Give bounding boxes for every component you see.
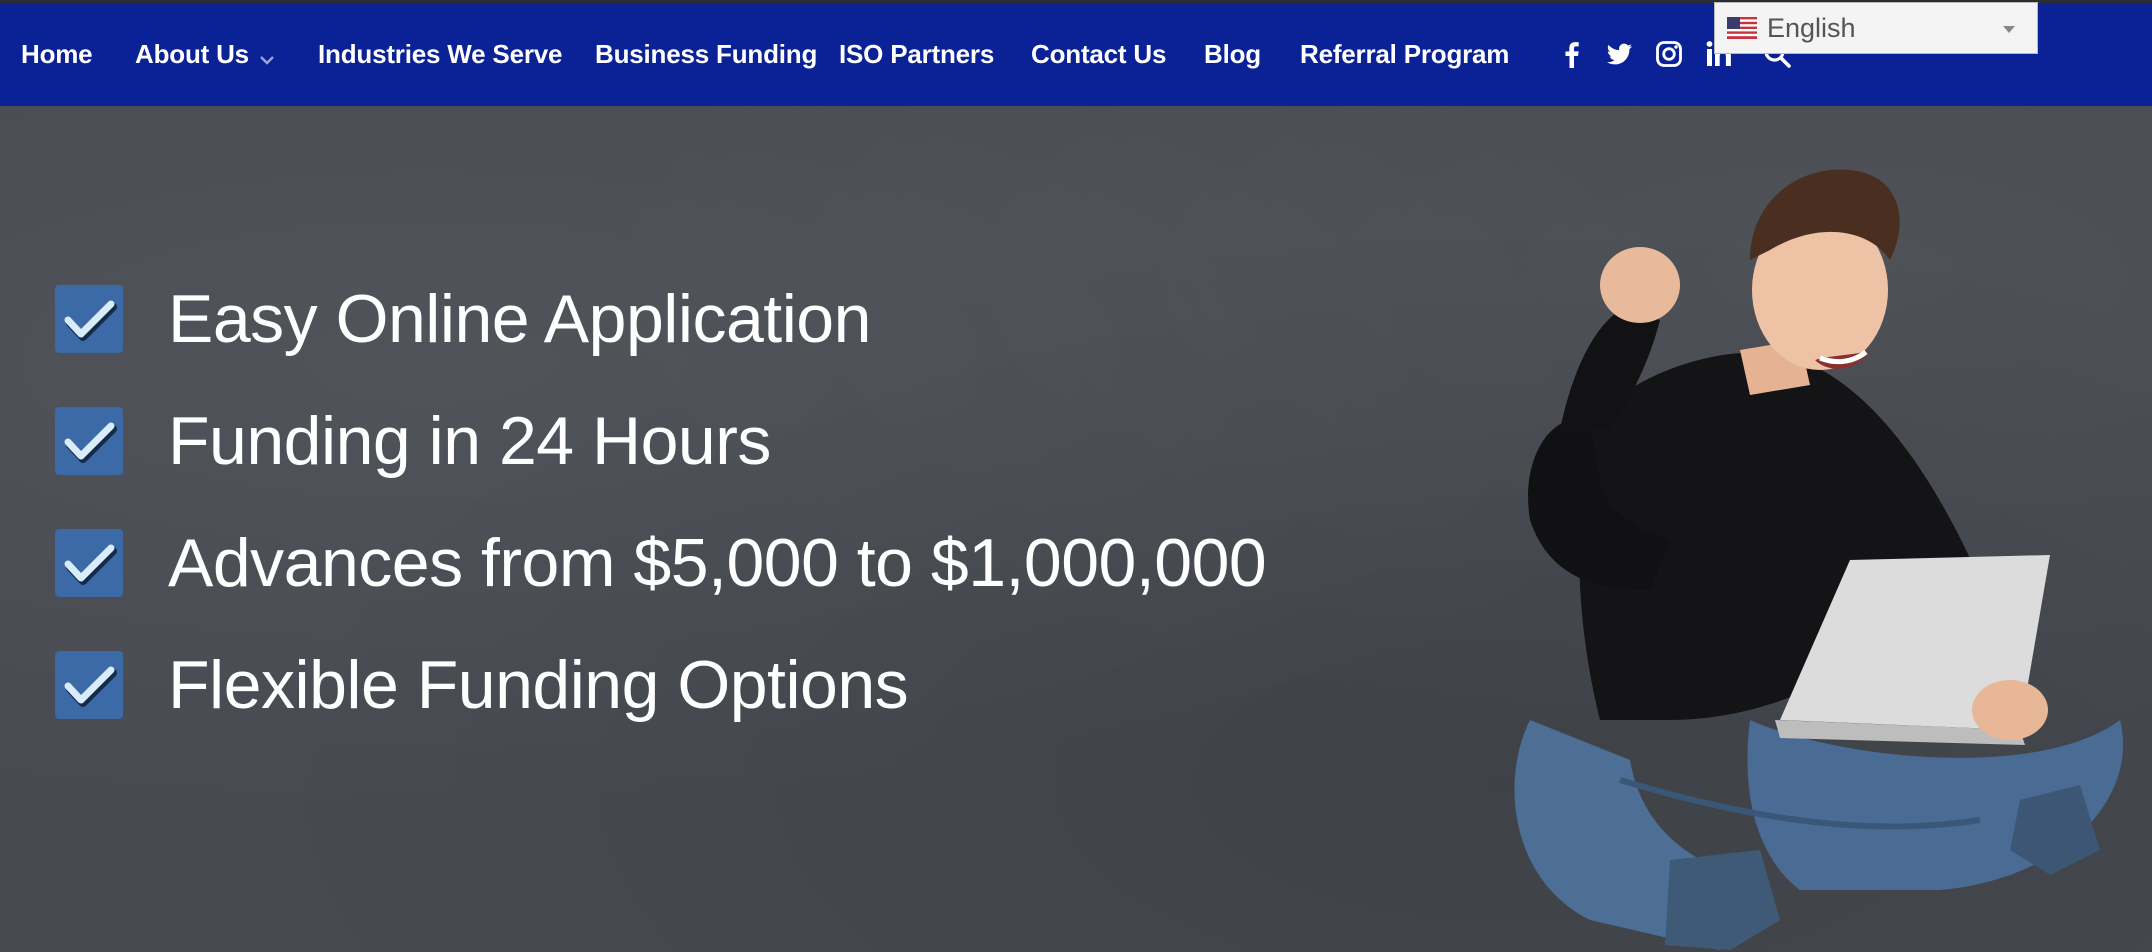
- nav-about-us-label: About Us: [135, 39, 249, 69]
- facebook-icon[interactable]: [1557, 39, 1587, 69]
- feature-text: Flexible Funding Options: [168, 647, 909, 723]
- feature-text: Easy Online Application: [168, 281, 871, 357]
- nav-referral-program[interactable]: Referral Program: [1300, 39, 1509, 70]
- feature-text: Advances from $5,000 to $1,000,000: [168, 525, 1267, 601]
- nav-home-label: Home: [21, 39, 93, 69]
- hero-person-image: [1420, 160, 2140, 950]
- chevron-down-icon: [259, 41, 275, 72]
- checkbox-checked-icon: [54, 406, 124, 476]
- nav-business-funding-label: Business Funding: [595, 39, 818, 69]
- nav-business-funding[interactable]: Business Funding: [595, 39, 817, 70]
- nav-home[interactable]: Home: [21, 39, 93, 70]
- nav-iso-partners[interactable]: ISO Partners: [839, 39, 994, 70]
- us-flag-icon: [1727, 17, 1757, 39]
- nav-industries-label: Industries We Serve: [318, 39, 563, 69]
- instagram-icon[interactable]: [1654, 39, 1684, 69]
- language-selected-label: English: [1767, 13, 1856, 43]
- nav-contact-us-label: Contact Us: [1031, 39, 1167, 69]
- nav-blog[interactable]: Blog: [1204, 39, 1261, 70]
- language-selector[interactable]: English: [1714, 2, 2038, 54]
- nav-industries[interactable]: Industries We Serve: [318, 39, 562, 70]
- checkbox-checked-icon: [54, 284, 124, 354]
- feature-text: Funding in 24 Hours: [168, 403, 771, 479]
- nav-iso-partners-label: ISO Partners: [839, 39, 995, 69]
- nav-blog-label: Blog: [1204, 39, 1261, 69]
- checkbox-checked-icon: [54, 650, 124, 720]
- nav-contact-us[interactable]: Contact Us: [1031, 39, 1166, 70]
- nav-about-us[interactable]: About Us: [135, 39, 275, 72]
- checkbox-checked-icon: [54, 528, 124, 598]
- dropdown-caret-icon: [2003, 26, 2015, 33]
- nav-referral-program-label: Referral Program: [1300, 39, 1510, 69]
- twitter-icon[interactable]: [1604, 39, 1634, 69]
